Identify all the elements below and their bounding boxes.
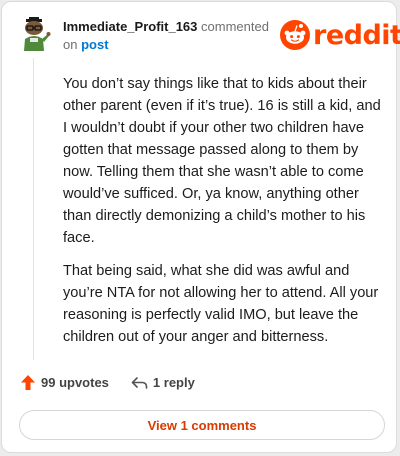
on-label: on xyxy=(63,37,78,52)
reply-button[interactable]: 1 reply xyxy=(131,375,195,390)
reply-count: 1 reply xyxy=(152,375,195,390)
thread-line[interactable] xyxy=(33,58,34,360)
upvote-arrow-icon xyxy=(21,375,35,390)
comment-header: Immediate_Profit_163 commented on post xyxy=(63,18,283,54)
snoo-avatar-icon xyxy=(24,17,51,51)
reply-arrow-icon xyxy=(131,376,148,389)
post-link[interactable]: post xyxy=(81,37,108,52)
comment-paragraph: You don’t say things like that to kids a… xyxy=(63,76,381,246)
username-link[interactable]: Immediate_Profit_163 xyxy=(63,19,197,34)
comment-actions: 99 upvotes 1 reply xyxy=(20,374,195,391)
comment-paragraph: That being said, what she did was awful … xyxy=(63,263,379,345)
view-comments-button[interactable]: View 1 comments xyxy=(19,410,385,440)
reddit-snoo-icon xyxy=(280,20,310,50)
reddit-logo[interactable]: reddit xyxy=(280,19,400,51)
comment-card: Immediate_Profit_163 commented on post r… xyxy=(1,1,400,453)
commented-label: commented xyxy=(201,19,269,34)
upvote-button[interactable]: 99 upvotes xyxy=(20,374,109,391)
avatar[interactable] xyxy=(17,17,51,51)
reddit-wordmark: reddit xyxy=(313,19,400,51)
upvote-count: 99 upvotes xyxy=(41,375,109,390)
comment-body: You don’t say things like that to kids a… xyxy=(63,73,385,359)
